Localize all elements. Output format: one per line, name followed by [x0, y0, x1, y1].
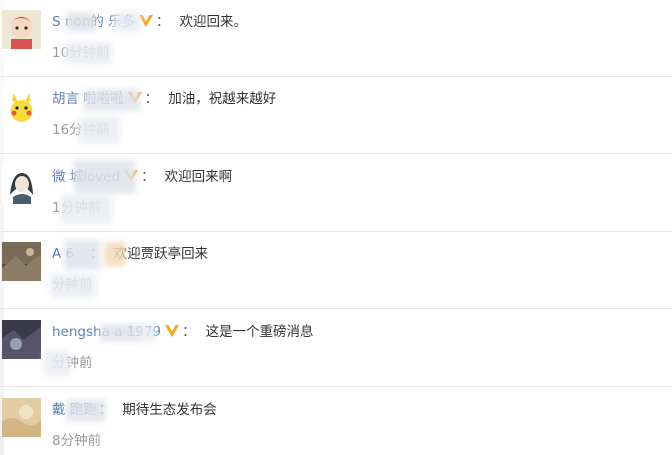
comment-time: 10分钟前: [52, 45, 110, 61]
colon-separator: ：: [141, 169, 155, 185]
v-badge-icon: [164, 324, 180, 338]
comment-time: 分钟前: [52, 355, 93, 371]
v-badge-icon: [123, 169, 139, 183]
username-link[interactable]: 胡言 啦啦啦: [52, 91, 124, 107]
avatar[interactable]: [2, 242, 41, 281]
colon-separator: ：: [144, 91, 159, 107]
comment-text: 欢迎回来。: [179, 14, 248, 30]
avatar[interactable]: [2, 165, 41, 204]
comment-text: 期待生态发布会: [122, 402, 217, 418]
avatar[interactable]: [2, 10, 41, 49]
row-divider: [0, 308, 672, 309]
comment-item: S non的 乐多 ： 欢迎回来。 10分钟前: [0, 0, 672, 77]
username-link[interactable]: 戴 跑跑: [52, 402, 97, 418]
username-link[interactable]: S non的 乐多: [52, 14, 135, 30]
row-divider: [0, 386, 672, 387]
comment-time: 16分钟前: [52, 122, 110, 138]
comment-time: 分钟前: [52, 277, 93, 293]
comment-list: S non的 乐多 ： 欢迎回来。 10分钟前 胡言 啦啦啦 ： 加油，祝越来越好 16…: [0, 0, 672, 455]
avatar[interactable]: [2, 87, 41, 126]
comment-time: 1分钟前: [52, 200, 102, 216]
username-link[interactable]: hengsha a 1979: [52, 324, 161, 340]
comment-item: A 6 ： 欢迎贾跃亭回来 分钟前: [0, 232, 672, 309]
comment-item: 微 城loved ： 欢迎回来啊 1分钟前: [0, 155, 672, 232]
colon-separator: ：: [98, 402, 113, 418]
username-link[interactable]: 微 城loved: [52, 169, 120, 185]
comment-text: 欢迎贾跃亭回来: [113, 246, 209, 262]
comment-time: 8分钟前: [52, 433, 102, 449]
v-badge-icon: [138, 14, 154, 28]
comment-text: 欢迎回来啊: [164, 169, 233, 185]
username-link[interactable]: A 6: [52, 246, 74, 262]
comment-item: hengsha a 1979 ： 这是一个重磅消息 分钟前: [0, 310, 672, 387]
comment-item: 胡言 啦啦啦 ： 加油，祝越来越好 16分钟前: [0, 77, 672, 154]
colon-separator: ：: [182, 324, 196, 340]
v-badge-icon: [127, 91, 143, 105]
comment-item: 戴 跑跑： 期待生态发布会 8分钟前: [0, 388, 672, 455]
comment-text: 加油，祝越来越好: [168, 91, 277, 107]
comment-text: 这是一个重磅消息: [205, 324, 314, 340]
avatar[interactable]: [2, 320, 41, 359]
avatar[interactable]: [2, 398, 41, 437]
row-divider: [0, 153, 672, 154]
colon-separator: ：: [156, 14, 170, 30]
colon-separator: ：: [90, 246, 104, 262]
